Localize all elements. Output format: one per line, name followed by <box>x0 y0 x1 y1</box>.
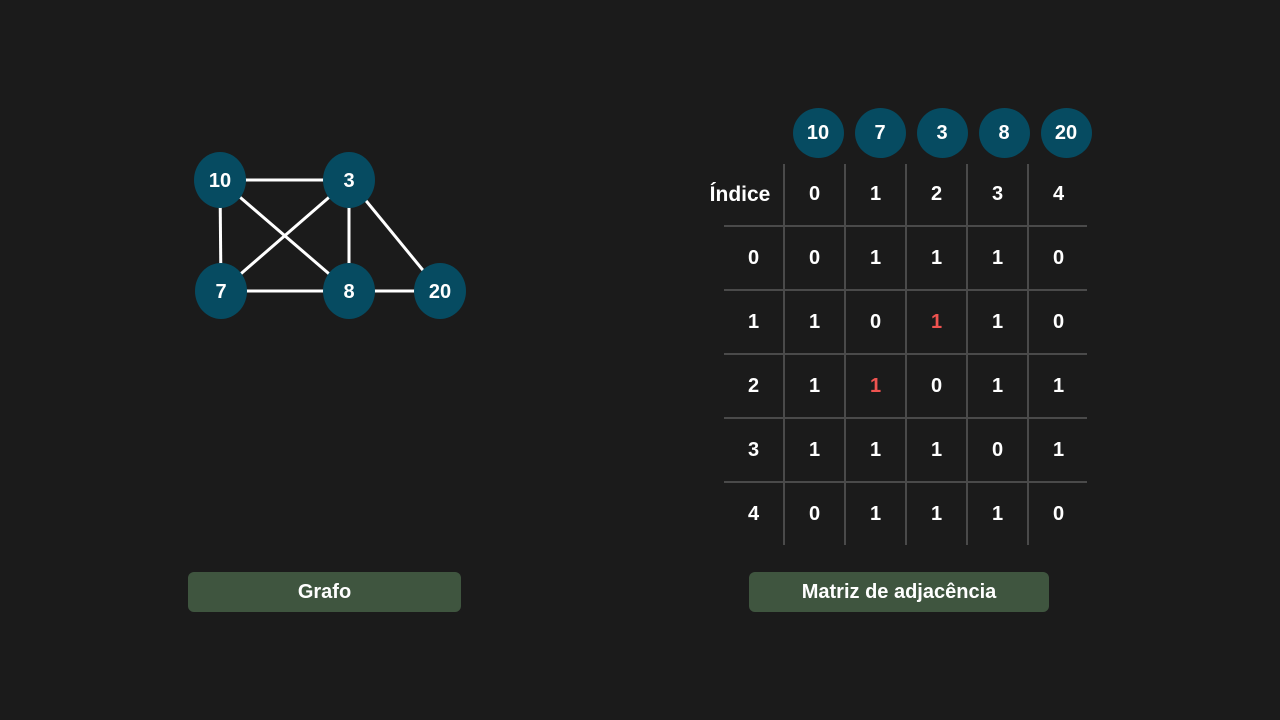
matrix-cell: 1 <box>808 310 821 333</box>
matrix-column-index: 3 <box>991 182 1004 205</box>
matrix-cell: 1 <box>1052 438 1065 461</box>
matrix-row-index: 2 <box>747 374 760 397</box>
matrix-row-index: 3 <box>747 438 760 461</box>
matrix-cell: 0 <box>1052 246 1065 269</box>
graph-node-7: 7 <box>195 263 247 319</box>
matrix-cell: 1 <box>869 438 882 461</box>
matrix-row-index: 4 <box>747 502 760 525</box>
graph-node-label: 7 <box>215 281 226 303</box>
matrix-header-node: 7 <box>854 108 906 158</box>
index-header-label: Índice <box>709 183 771 206</box>
matrix-cell: 1 <box>930 438 943 461</box>
matrix-cell: 1 <box>808 438 821 461</box>
matrix-cell: 1 <box>869 502 882 525</box>
matrix-header-node: 10 <box>792 108 844 158</box>
matrix-cell: 0 <box>1052 502 1065 525</box>
graph-node-8: 8 <box>323 263 375 319</box>
matrix-column-index: 1 <box>869 182 882 205</box>
matrix-cell: 0 <box>808 246 821 269</box>
matrix-cell: 0 <box>808 502 821 525</box>
matrix-cell: 1 <box>930 502 943 525</box>
matrix-cell: 1 <box>869 374 882 397</box>
matrix-cell: 0 <box>869 310 882 333</box>
matrix-cell: 1 <box>930 246 943 269</box>
matrix-cell: 1 <box>930 310 943 333</box>
matrix-cell: 1 <box>991 310 1004 333</box>
matrix-cell: 0 <box>1052 310 1065 333</box>
matrix-cell: 1 <box>808 374 821 397</box>
graph-node-label: 20 <box>429 281 451 303</box>
graph-node-label: 3 <box>343 170 354 192</box>
graph-node-label: 10 <box>209 170 231 192</box>
matrix-column-index: 0 <box>808 182 821 205</box>
matrix-header-node: 3 <box>916 108 968 158</box>
matrix-header-node: 8 <box>978 108 1030 158</box>
graph-node-label: 8 <box>343 281 354 303</box>
matrix-cell: 1 <box>991 502 1004 525</box>
matrix-cell: 1 <box>1052 374 1065 397</box>
graph-node-10: 10 <box>194 152 246 208</box>
matrix-cell: 0 <box>991 438 1004 461</box>
graph-node-3: 3 <box>323 152 375 208</box>
matrix-cell: 0 <box>930 374 943 397</box>
matrix-header-node: 20 <box>1040 108 1092 158</box>
graph-caption: Grafo <box>188 572 461 612</box>
matrix-cell: 1 <box>991 246 1004 269</box>
matrix-row-index: 0 <box>747 246 760 269</box>
matrix-column-index: 4 <box>1052 182 1065 205</box>
matrix-row-index: 1 <box>747 310 760 333</box>
matrix-column-index: 2 <box>930 182 943 205</box>
matrix-caption: Matriz de adjacência <box>749 572 1049 612</box>
matrix-cell: 1 <box>869 246 882 269</box>
graph-node-20: 20 <box>414 263 466 319</box>
matrix-cell: 1 <box>991 374 1004 397</box>
